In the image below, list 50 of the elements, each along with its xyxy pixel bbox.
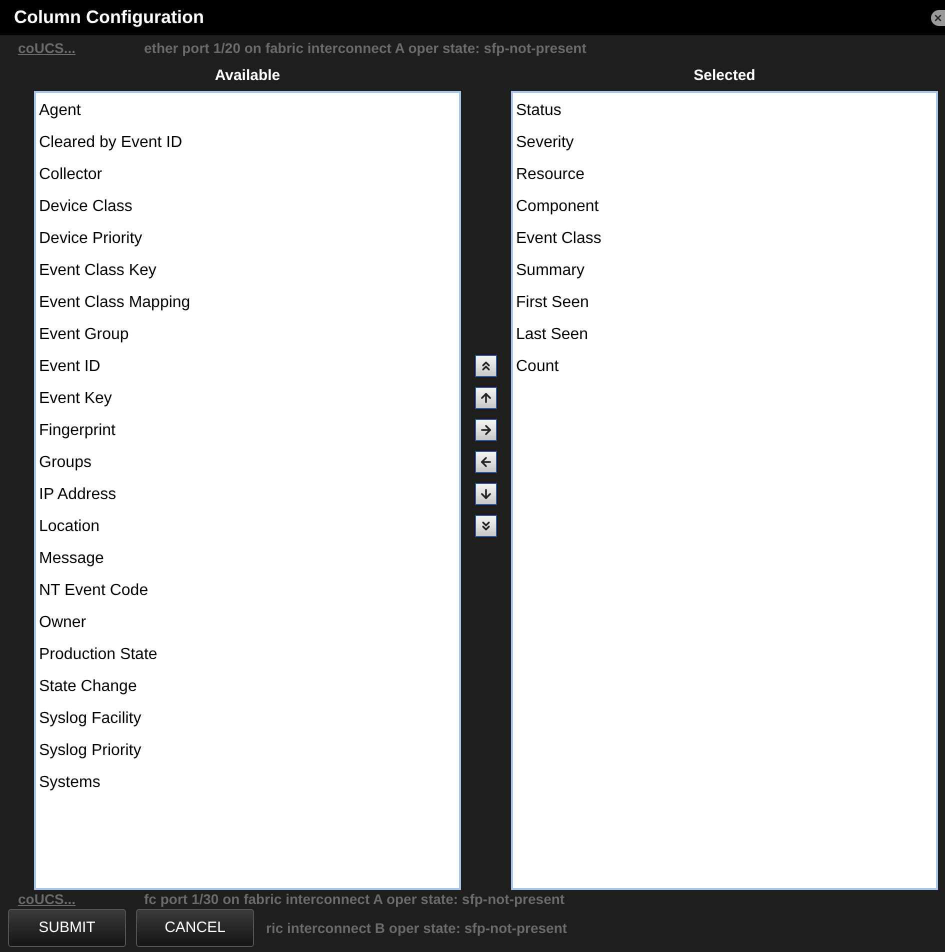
close-button[interactable] [931, 10, 945, 26]
list-item[interactable]: Location [36, 511, 459, 543]
list-item[interactable]: Syslog Priority [36, 735, 459, 767]
down-arrow-icon [479, 487, 493, 501]
dialog-title: Column Configuration [14, 6, 204, 29]
move-button[interactable] [475, 355, 497, 377]
list-item[interactable]: Event Class Mapping [36, 287, 459, 319]
close-icon [933, 12, 943, 22]
list-item[interactable]: Device Class [36, 191, 459, 223]
list-item[interactable]: Summary [513, 255, 936, 287]
list-item[interactable]: Collector [36, 159, 459, 191]
dialog-button[interactable]: SUBMIT [8, 909, 126, 947]
list-item[interactable]: Event Class [513, 223, 936, 255]
list-item[interactable]: Event Class Key [36, 255, 459, 287]
move-button[interactable] [475, 451, 497, 473]
list-item[interactable]: NT Event Code [36, 575, 459, 607]
move-button[interactable] [475, 419, 497, 441]
list-item[interactable]: Last Seen [513, 319, 936, 351]
list-item[interactable]: Groups [36, 447, 459, 479]
list-item[interactable]: Cleared by Event ID [36, 127, 459, 159]
list-item[interactable]: Event ID [36, 351, 459, 383]
list-item[interactable]: Status [513, 95, 936, 127]
list-item[interactable]: Owner [36, 607, 459, 639]
list-heading: Available [214, 66, 280, 86]
list-item[interactable]: Severity [513, 127, 936, 159]
list-item[interactable]: State Change [36, 671, 459, 703]
list-item[interactable]: First Seen [513, 287, 936, 319]
list-item[interactable]: Systems [36, 767, 459, 799]
right-arrow-icon [479, 423, 493, 437]
list-item[interactable]: Agent [36, 95, 459, 127]
list-item[interactable]: Syslog Facility [36, 703, 459, 735]
list-item[interactable]: Component [513, 191, 936, 223]
event-message: ether port 1/20 on fabric interconnect A oper state: sfp-not-present [144, 40, 586, 56]
list-item[interactable]: Event Group [36, 319, 459, 351]
move-button[interactable] [475, 483, 497, 505]
list-item[interactable]: Production State [36, 639, 459, 671]
list-item[interactable]: IP Address [36, 479, 459, 511]
list-heading: Selected [694, 66, 756, 86]
event-message: ric interconnect B oper state: sfp-not-present [266, 918, 568, 938]
list-item[interactable]: Event Key [36, 383, 459, 415]
move-button[interactable] [475, 387, 497, 409]
move-button[interactable] [475, 515, 497, 537]
list-item[interactable]: Message [36, 543, 459, 575]
dialog-button[interactable]: CANCEL [136, 909, 254, 947]
list-item[interactable]: Count [513, 351, 936, 383]
list-item[interactable]: Device Priority [36, 223, 459, 255]
list-item[interactable]: Resource [513, 159, 936, 191]
double-up-arrow-icon [479, 359, 493, 373]
list-item[interactable]: Fingerprint [36, 415, 459, 447]
event-message: fc port 1/30 on fabric interconnect A oper state: sfp-not-present [144, 891, 565, 907]
